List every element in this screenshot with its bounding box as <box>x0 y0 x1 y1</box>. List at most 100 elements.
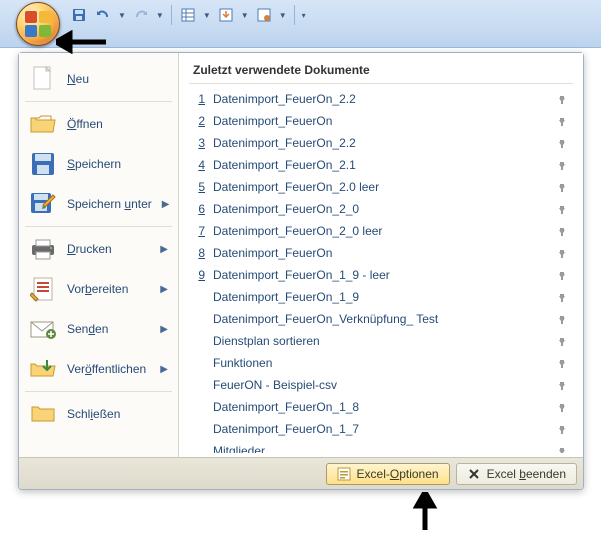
menu-item-print[interactable]: Drucken▶ <box>19 229 178 269</box>
recent-document-item[interactable]: FeuerON - Beispiel-csv <box>189 374 573 396</box>
recent-item-name: Dienstplan sortieren <box>213 334 547 348</box>
qat-custom2-dropdown[interactable]: ▼ <box>239 11 251 20</box>
qat-redo-dropdown[interactable]: ▼ <box>154 11 166 20</box>
recent-document-item[interactable]: 9Datenimport_FeuerOn_1_9 - leer <box>189 264 573 286</box>
print-icon <box>29 235 57 263</box>
menu-item-label: Neu <box>67 72 168 86</box>
recent-document-item[interactable]: Datenimport_FeuerOn_1_8 <box>189 396 573 418</box>
menu-item-label: Speichern unter <box>67 197 152 211</box>
recent-item-name: FeuerON - Beispiel-csv <box>213 378 547 392</box>
pin-icon[interactable] <box>555 422 569 436</box>
menu-item-prepare[interactable]: Vorbereiten ▶ <box>19 269 178 309</box>
qat-separator <box>171 5 172 25</box>
menu-item-label: Vorbereiten <box>67 282 150 296</box>
recent-item-number: 4 <box>193 158 205 172</box>
excel-options-button[interactable]: Excel-Optionen <box>326 463 450 485</box>
annotation-arrow-excel-options <box>410 492 440 532</box>
pin-icon[interactable] <box>555 224 569 238</box>
pin-icon[interactable] <box>555 444 569 453</box>
qat-custom3-dropdown[interactable]: ▼ <box>277 11 289 20</box>
close-icon <box>29 400 57 428</box>
submenu-arrow-icon: ▶ <box>160 284 168 295</box>
qat-undo-button[interactable] <box>92 4 114 26</box>
redo-icon <box>133 7 149 23</box>
excel-exit-button[interactable]: Excel beenden <box>456 463 577 485</box>
qat-save-button[interactable] <box>68 4 90 26</box>
recent-item-name: Datenimport_FeuerOn_1_9 - leer <box>213 268 547 282</box>
pin-icon[interactable] <box>555 378 569 392</box>
recent-item-name: Datenimport_FeuerOn <box>213 246 547 260</box>
submenu-arrow-icon: ▶ <box>160 324 168 335</box>
recent-item-name: Datenimport_FeuerOn_2.0 leer <box>213 180 547 194</box>
pin-icon[interactable] <box>555 246 569 260</box>
annotation-arrow-office-button <box>56 30 108 54</box>
recent-item-number: 1 <box>193 92 205 106</box>
recent-documents-header: Zuletzt verwendete Dokumente <box>189 61 573 84</box>
recent-item-number: 5 <box>193 180 205 194</box>
menu-footer: Excel-Optionen Excel beenden <box>19 457 583 489</box>
undo-icon <box>95 7 111 23</box>
recent-document-item[interactable]: Datenimport_FeuerOn_1_9 <box>189 286 573 308</box>
menu-item-open[interactable]: Öffnen <box>19 104 178 144</box>
recent-document-item[interactable]: 1Datenimport_FeuerOn_2.2 <box>189 88 573 110</box>
pin-icon[interactable] <box>555 400 569 414</box>
qat-custom1-dropdown[interactable]: ▼ <box>201 11 213 20</box>
pin-icon[interactable] <box>555 136 569 150</box>
pin-icon[interactable] <box>555 92 569 106</box>
recent-document-item[interactable]: Mitglieder <box>189 440 573 453</box>
qat-customize-dropdown[interactable]: ▾ <box>300 11 308 20</box>
recent-item-name: Datenimport_FeuerOn_Verknüpfung_ Test <box>213 312 547 326</box>
qat-undo-dropdown[interactable]: ▼ <box>116 11 128 20</box>
recent-item-name: Mitglieder <box>213 444 547 453</box>
recent-documents-list: 1Datenimport_FeuerOn_2.2 2 Datenimport_Feu… <box>189 88 573 453</box>
pin-icon[interactable] <box>555 158 569 172</box>
pin-icon[interactable] <box>555 356 569 370</box>
menu-body: NeuÖffnenSpeichernSpeichern unter▶Drucke… <box>19 53 583 457</box>
recent-item-number: 2 <box>193 114 205 128</box>
recent-item-name: Datenimport_FeuerOn_2_0 <box>213 202 547 216</box>
save-icon <box>71 7 87 23</box>
pin-icon[interactable] <box>555 290 569 304</box>
menu-item-publish[interactable]: Veröffentlichen▶ <box>19 349 178 389</box>
submenu-arrow-icon: ▶ <box>160 364 168 375</box>
recent-document-item[interactable]: 6Datenimport_FeuerOn_2_0 <box>189 198 573 220</box>
qat-custom2-button[interactable] <box>215 4 237 26</box>
pin-icon[interactable] <box>555 180 569 194</box>
recent-document-item[interactable]: 2 Datenimport_FeuerOn <box>189 110 573 132</box>
office-button[interactable] <box>16 2 60 46</box>
send-icon <box>29 315 57 343</box>
menu-separator <box>25 101 172 102</box>
new-icon <box>29 65 57 93</box>
qat-custom1-button[interactable] <box>177 4 199 26</box>
menu-separator <box>25 226 172 227</box>
qat-custom3-button[interactable] <box>253 4 275 26</box>
recent-document-item[interactable]: Datenimport_FeuerOn_Verknüpfung_ Test <box>189 308 573 330</box>
pin-icon[interactable] <box>555 312 569 326</box>
recent-document-item[interactable]: Funktionen <box>189 352 573 374</box>
open-icon <box>29 110 57 138</box>
pin-icon[interactable] <box>555 202 569 216</box>
office-logo-icon <box>25 11 51 37</box>
recent-item-name: Datenimport_FeuerOn <box>213 114 547 128</box>
recent-document-item[interactable]: Datenimport_FeuerOn_1_7 <box>189 418 573 440</box>
menu-item-close[interactable]: Schließen <box>19 394 178 434</box>
menu-item-new[interactable]: Neu <box>19 59 178 99</box>
recent-document-item[interactable]: 4Datenimport_FeuerOn_2.1 <box>189 154 573 176</box>
sheet-arrow-icon <box>218 7 234 23</box>
menu-item-send[interactable]: Senden▶ <box>19 309 178 349</box>
menu-item-label: Öffnen <box>67 117 168 131</box>
pin-icon[interactable] <box>555 268 569 282</box>
recent-document-item[interactable]: 3Datenimport_FeuerOn_2.2 <box>189 132 573 154</box>
pin-icon[interactable] <box>555 334 569 348</box>
quick-access-toolbar: ▼ ▼ ▼ ▼ ▼ ▾ <box>68 4 308 26</box>
prepare-icon <box>29 275 57 303</box>
recent-document-item[interactable]: Dienstplan sortieren <box>189 330 573 352</box>
menu-item-save[interactable]: Speichern <box>19 144 178 184</box>
excel-options-label: Excel-Optionen <box>357 467 439 481</box>
qat-redo-button[interactable] <box>130 4 152 26</box>
recent-document-item[interactable]: 8Datenimport_FeuerOn <box>189 242 573 264</box>
recent-document-item[interactable]: 5 Datenimport_FeuerOn_2.0 leer <box>189 176 573 198</box>
pin-icon[interactable] <box>555 114 569 128</box>
menu-item-saveas[interactable]: Speichern unter▶ <box>19 184 178 224</box>
recent-document-item[interactable]: 7Datenimport_FeuerOn_2_0 leer <box>189 220 573 242</box>
